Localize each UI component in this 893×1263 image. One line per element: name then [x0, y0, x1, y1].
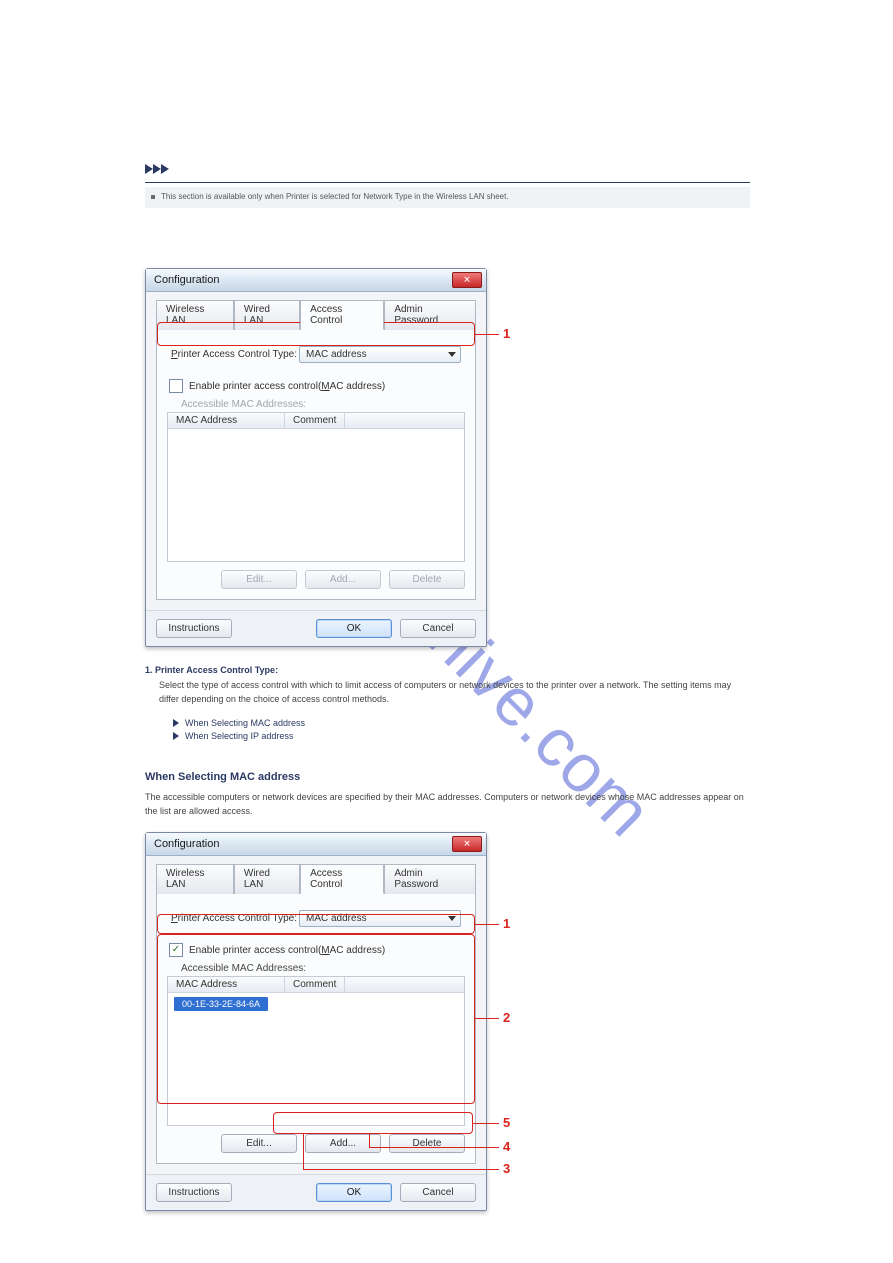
add-button[interactable]: Add... [305, 1134, 381, 1153]
type-label: PPrinter Access Control Type:rinter Acce… [171, 349, 297, 360]
note-box: This section is available only when Prin… [145, 187, 750, 208]
col-mac: MAC Address [168, 413, 285, 428]
callout-number: 1 [503, 916, 510, 931]
edit-button[interactable]: Edit... [221, 1134, 297, 1153]
enable-checkbox[interactable] [169, 379, 183, 393]
delete-button[interactable]: Delete [389, 1134, 465, 1153]
sub-links: When Selecting MAC address When Selectin… [173, 718, 750, 741]
tab-wired-lan[interactable]: Wired LAN [234, 300, 300, 330]
note-text: This section is available only when Prin… [161, 191, 509, 202]
section-body-mac: The accessible computers or network devi… [145, 791, 750, 818]
close-icon[interactable] [452, 836, 482, 852]
chevron-down-icon [448, 916, 456, 921]
ok-button[interactable]: OK [316, 619, 392, 638]
chevron-down-icon [448, 352, 456, 357]
col-mac: MAC Address [168, 977, 285, 992]
list-title: Accessible MAC Addresses: [181, 399, 465, 410]
col-comment: Comment [285, 413, 345, 428]
instructions-button[interactable]: Instructions [156, 619, 232, 638]
dialog-title: Configuration [154, 274, 219, 286]
instructions-button[interactable]: Instructions [156, 1183, 232, 1202]
delete-button[interactable]: Delete [389, 570, 465, 589]
cancel-button[interactable]: Cancel [400, 619, 476, 638]
config-dialog-1: Configuration Wireless LAN Wired LAN Acc… [145, 268, 487, 647]
tab-wired-lan[interactable]: Wired LAN [234, 864, 300, 894]
arrow-right-icon [173, 719, 179, 727]
mac-list[interactable]: MAC Address Comment [167, 412, 465, 562]
tab-wireless-lan[interactable]: Wireless LAN [156, 864, 234, 894]
tab-access-control[interactable]: Access Control [300, 864, 384, 894]
close-icon[interactable] [452, 272, 482, 288]
dropdown-value: MAC address [306, 913, 367, 924]
tab-admin-password[interactable]: Admin Password [384, 864, 476, 894]
link-ip[interactable]: When Selecting IP address [185, 731, 293, 741]
list-title: Accessible MAC Addresses: [181, 963, 465, 974]
type-dropdown[interactable]: MAC address [299, 346, 461, 363]
callout-number: 3 [503, 1161, 510, 1176]
item-1-heading: 1. Printer Access Control Type: [145, 665, 750, 675]
note-arrows-icon [145, 162, 750, 176]
list-item[interactable]: 00-1E-33-2E-84-6A [174, 997, 268, 1011]
col-comment: Comment [285, 977, 345, 992]
arrow-right-icon [173, 732, 179, 740]
item-1-body: Select the type of access control with w… [159, 679, 750, 706]
config-dialog-2: Configuration Wireless LAN Wired LAN Acc… [145, 832, 487, 1211]
ok-button[interactable]: OK [316, 1183, 392, 1202]
callout-number: 1 [503, 326, 510, 341]
enable-checkbox-label: Enable printer access control(MAC addres… [189, 381, 385, 392]
add-button[interactable]: Add... [305, 570, 381, 589]
callout-number: 4 [503, 1139, 510, 1154]
tab-wireless-lan[interactable]: Wireless LAN [156, 300, 234, 330]
enable-checkbox[interactable] [169, 943, 183, 957]
callout-number: 2 [503, 1010, 510, 1025]
mac-list[interactable]: MAC Address Comment 00-1E-33-2E-84-6A [167, 976, 465, 1126]
tab-access-control[interactable]: Access Control [300, 300, 384, 330]
callout-number: 5 [503, 1115, 510, 1130]
section-title-mac: When Selecting MAC address [145, 771, 750, 783]
tab-admin-password[interactable]: Admin Password [384, 300, 476, 330]
link-mac[interactable]: When Selecting MAC address [185, 718, 305, 728]
dropdown-value: MAC address [306, 349, 367, 360]
cancel-button[interactable]: Cancel [400, 1183, 476, 1202]
dialog-title: Configuration [154, 838, 219, 850]
enable-checkbox-label: Enable printer access control(MAC addres… [189, 945, 385, 956]
divider [145, 182, 750, 183]
type-dropdown[interactable]: MAC address [299, 910, 461, 927]
type-label: Printer Access Control Type: [171, 913, 297, 924]
edit-button[interactable]: Edit... [221, 570, 297, 589]
